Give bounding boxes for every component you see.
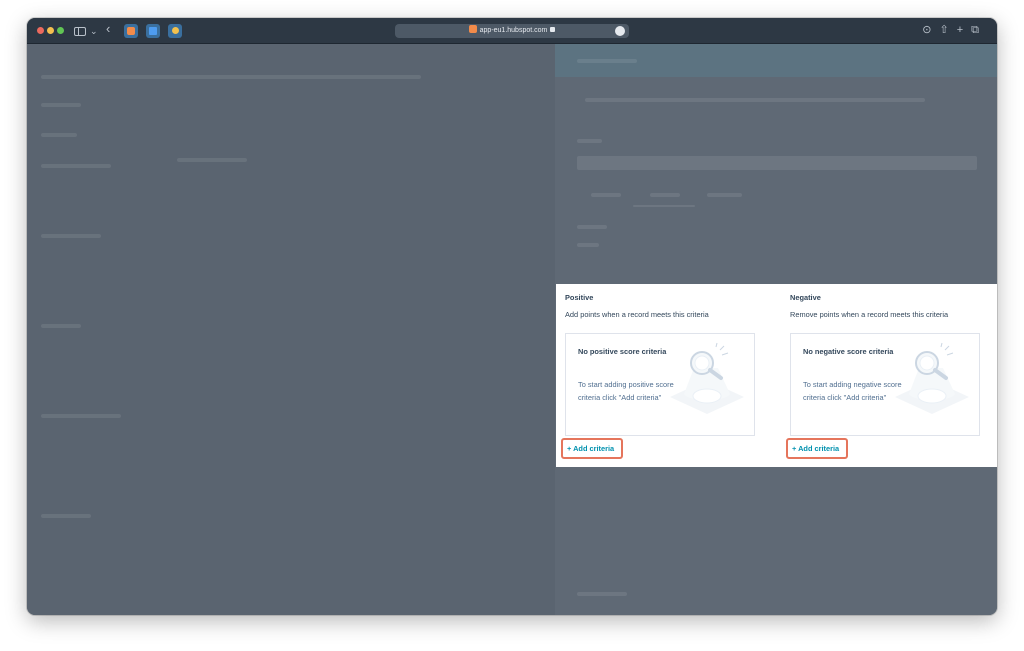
sidebar-icon[interactable] [74, 27, 86, 36]
positive-empty-title: No positive score criteria [578, 347, 667, 356]
more-options-icon[interactable] [615, 26, 625, 36]
add-negative-criteria-button[interactable]: + Add criteria [786, 438, 848, 459]
text-placeholder [41, 103, 81, 107]
download-icon[interactable]: ⊙ [922, 24, 939, 36]
tab-placeholder [650, 193, 680, 197]
tabs-icon[interactable]: ⧉ [971, 24, 987, 36]
negative-empty-title: No negative score criteria [803, 347, 894, 356]
address-bar[interactable]: app-eu1.hubspot.com [395, 24, 629, 38]
negative-heading: Negative [790, 293, 821, 302]
text-placeholder [577, 225, 607, 229]
tab-placeholder [707, 193, 742, 197]
calendar-extension-icon[interactable] [146, 24, 160, 38]
text-placeholder [41, 164, 111, 168]
negative-description: Remove points when a record meets this c… [790, 310, 949, 319]
text-placeholder [41, 514, 91, 518]
share-icon[interactable]: ⇧ [939, 24, 956, 36]
negative-empty-body: To start adding negative score criteria … [803, 380, 902, 402]
score-criteria-section: Positive Add points when a record meets … [556, 284, 997, 467]
tab-underline-placeholder [633, 205, 695, 207]
page-content: Positive Add points when a record meets … [27, 44, 997, 615]
text-placeholder [41, 133, 77, 137]
browser-toolbar: ⌄ ‹ app-eu1.hubspot.com ⊙⇧+⧉ [27, 18, 997, 44]
text-placeholder [41, 234, 101, 238]
minimize-window-button[interactable] [47, 27, 54, 34]
text-placeholder [577, 592, 627, 596]
lock-icon [550, 27, 556, 32]
back-icon[interactable]: ‹ [106, 22, 110, 36]
add-positive-criteria-button[interactable]: + Add criteria [561, 438, 623, 459]
text-placeholder [585, 98, 925, 102]
positive-empty-state: No positive score criteria To start addi… [565, 333, 755, 436]
text-placeholder [577, 139, 602, 143]
extension-icon[interactable] [168, 24, 182, 38]
new-tab-icon[interactable]: + [957, 24, 971, 36]
tab-placeholder [591, 193, 621, 197]
text-placeholder [177, 158, 247, 162]
browser-window: ⌄ ‹ app-eu1.hubspot.com ⊙⇧+⧉ Positive Ad… [27, 18, 997, 615]
panel-header [555, 44, 997, 77]
url-text: app-eu1.hubspot.com [479, 27, 548, 34]
text-placeholder [577, 243, 599, 247]
tab-strip-placeholder [41, 75, 421, 79]
input-placeholder [577, 156, 977, 170]
close-window-button[interactable] [37, 27, 44, 34]
zoom-window-button[interactable] [57, 27, 64, 34]
hubspot-favicon-icon [468, 25, 477, 33]
text-placeholder [41, 324, 81, 328]
positive-description: Add points when a record meets this crit… [565, 310, 709, 319]
panel-title-placeholder [577, 59, 637, 63]
positive-heading: Positive [565, 293, 594, 302]
dimmed-background-page [27, 44, 555, 615]
extension-icon[interactable] [124, 24, 138, 38]
positive-empty-body: To start adding positive score criteria … [578, 380, 674, 402]
negative-empty-state: No negative score criteria To start addi… [790, 333, 980, 436]
chevron-down-icon[interactable]: ⌄ [90, 24, 98, 38]
toolbar-actions: ⊙⇧+⧉ [922, 23, 987, 37]
text-placeholder [41, 414, 121, 418]
